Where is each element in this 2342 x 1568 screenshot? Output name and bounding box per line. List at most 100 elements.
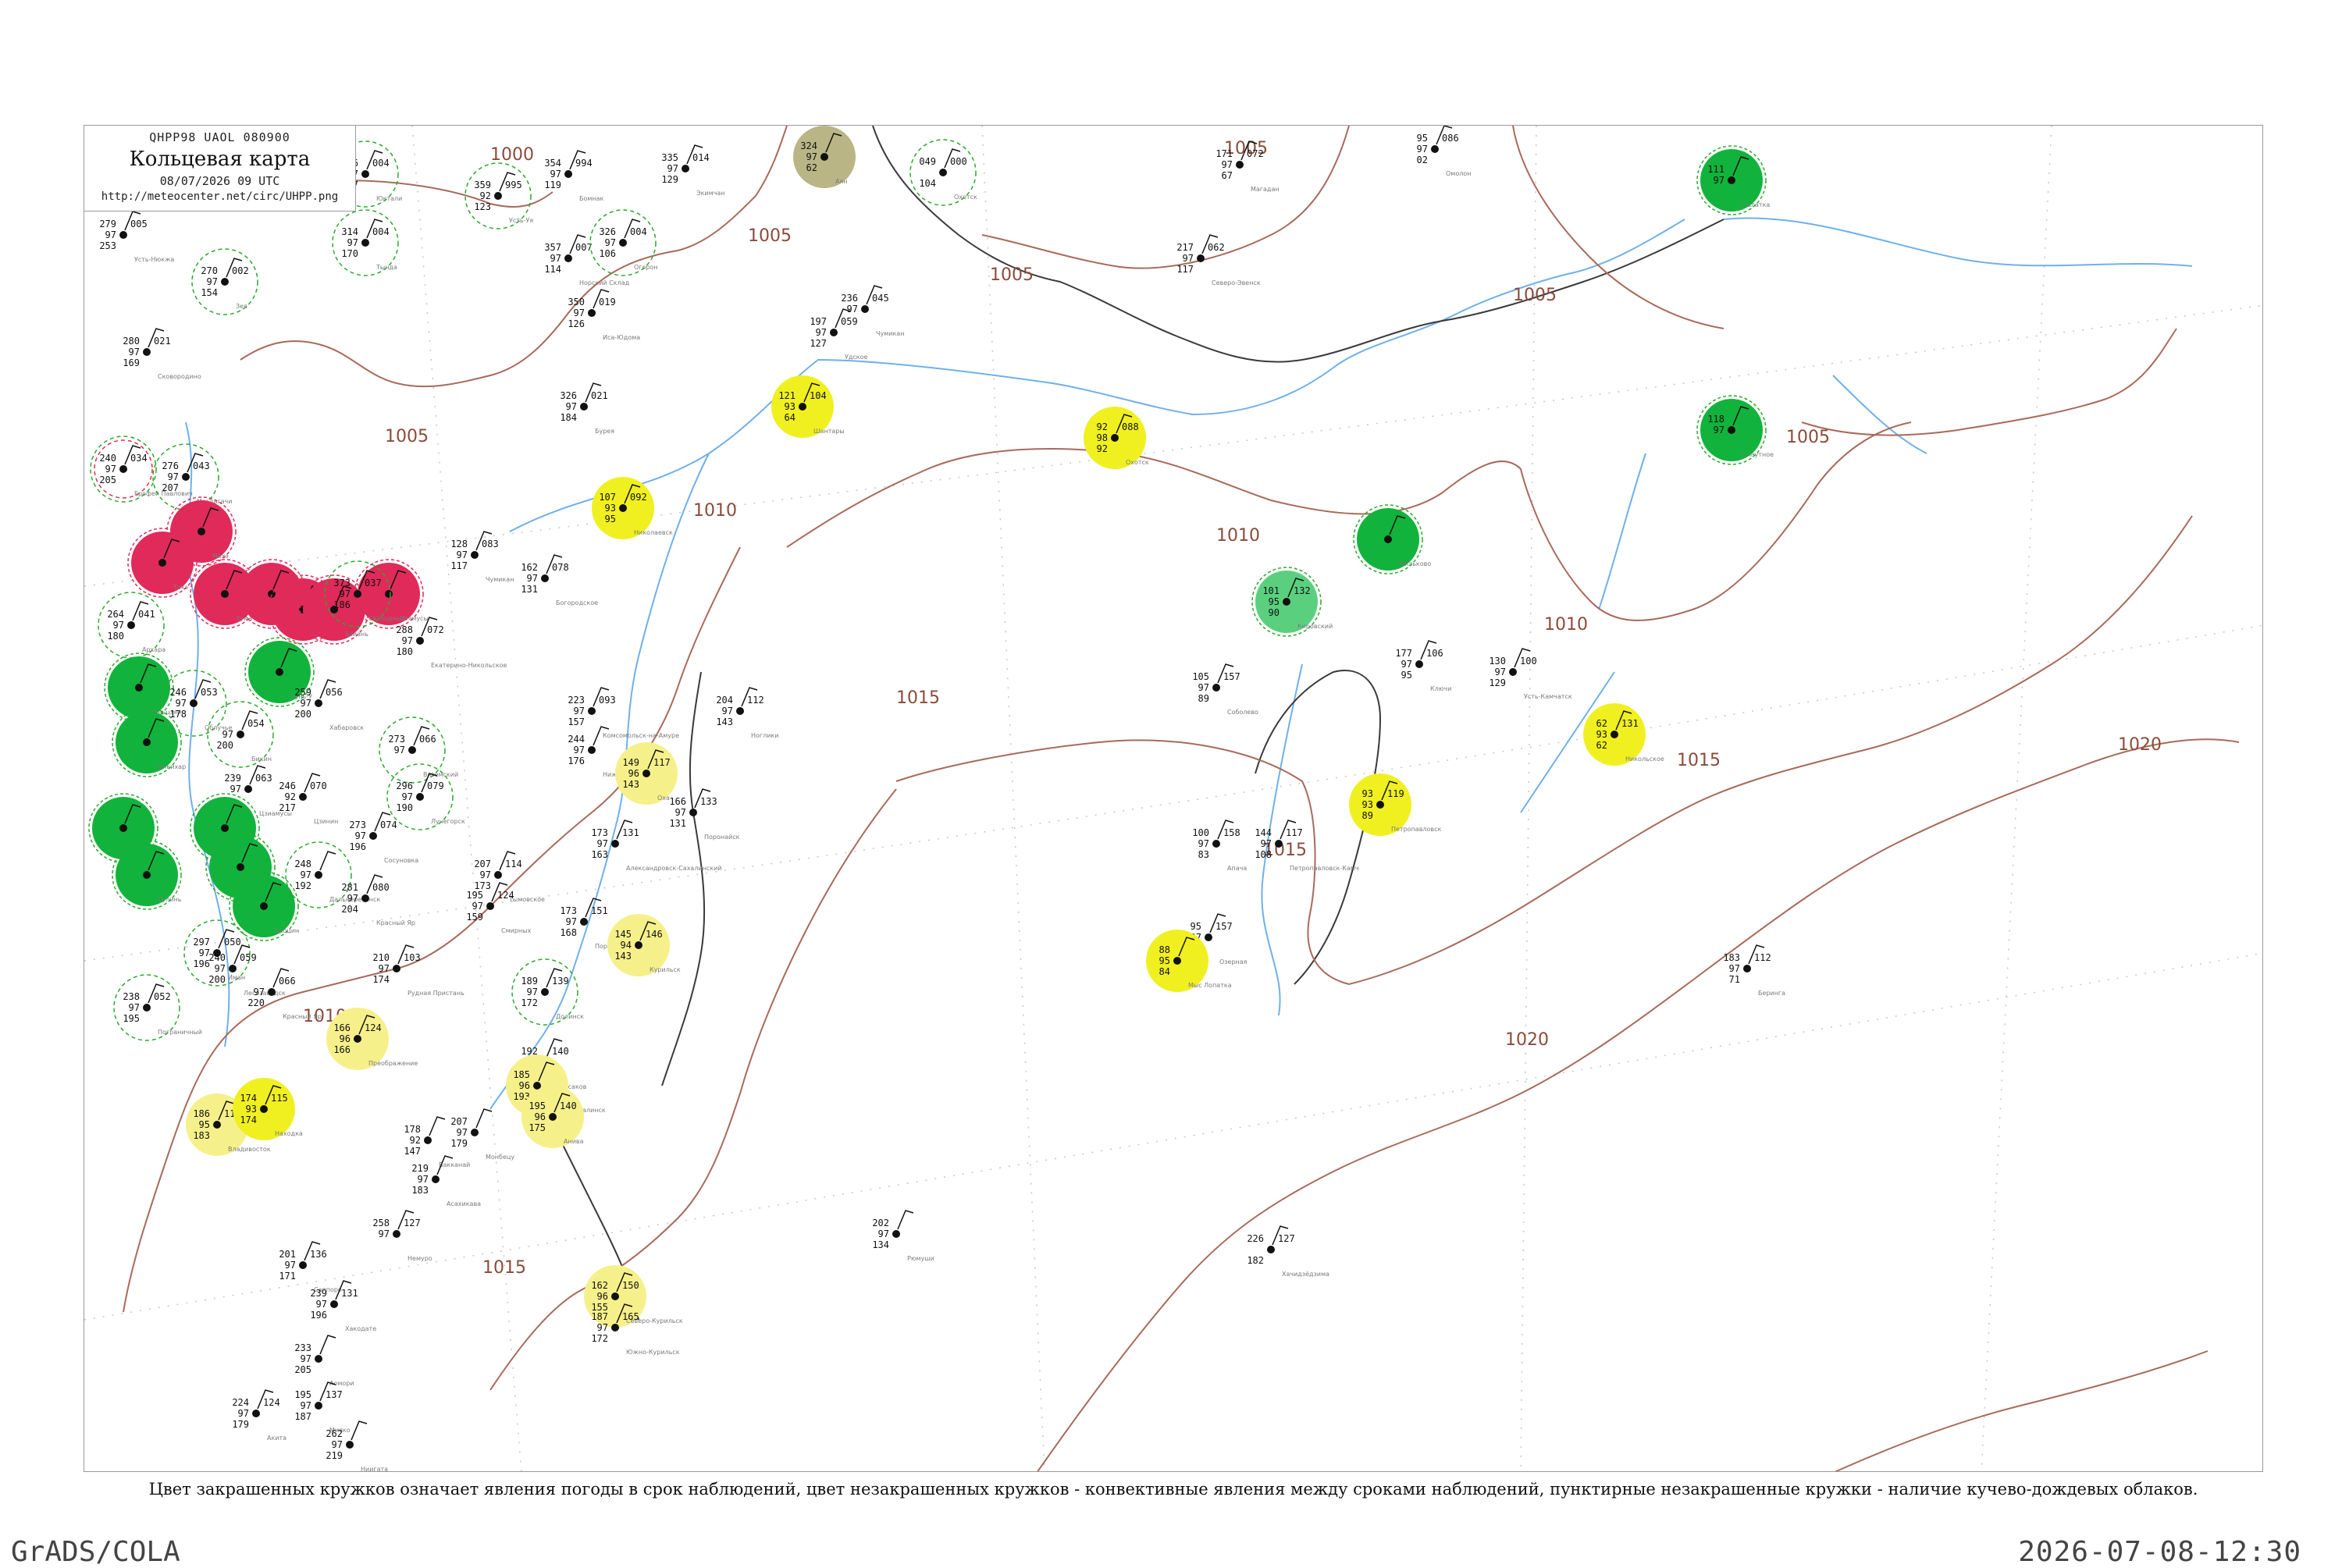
dew-point: 97: [480, 869, 491, 880]
dew-point: 97: [332, 1439, 343, 1450]
station-name: Тахэ: [173, 584, 188, 591]
station-dot-icon: [1728, 176, 1735, 184]
station-dot-icon: [541, 988, 549, 996]
visibility-value: 195: [123, 1013, 140, 1024]
station-name: Пограничный: [158, 1029, 202, 1036]
station-dot-icon: [221, 590, 229, 598]
station-dot-icon: [299, 793, 307, 801]
pressure-value: 093: [599, 695, 616, 706]
air-temperature: 335: [661, 152, 678, 163]
station-dot-icon: [939, 169, 947, 176]
pressure-value: 158: [1223, 827, 1240, 838]
pressure-value: 139: [552, 976, 569, 987]
weather-station: 12897117 083 Чумикан: [450, 531, 514, 583]
air-temperature: 246: [279, 780, 296, 791]
pressure-value: 146: [646, 929, 663, 940]
isobar-1020-a: [1037, 738, 2240, 1471]
station-dot-icon: [393, 1230, 400, 1238]
station-dot-icon: [143, 871, 151, 879]
weather-station: 939389119Петропавловск: [1349, 773, 1442, 836]
weather-station: 049 104 000 Охотск: [909, 139, 977, 206]
station-layer: 27997253005Усть-Нюкжа31697247004Юктали31…: [88, 126, 1785, 1471]
pressure-value: 157: [1215, 921, 1233, 932]
station-name: Находка: [275, 1130, 303, 1137]
visibility-value: 154: [201, 287, 218, 298]
visibility-value: 126: [568, 318, 585, 329]
pressure-value: 132: [1294, 585, 1311, 596]
air-temperature: 210: [372, 952, 390, 963]
dew-point: 97: [527, 573, 538, 584]
software-credit: GrADS/COLA: [11, 1536, 180, 1568]
air-temperature: 111: [1707, 164, 1724, 175]
dew-point: 97: [1714, 425, 1724, 436]
air-temperature: 279: [99, 219, 116, 229]
station-dot-icon: [682, 165, 689, 172]
station-name: Немуро: [408, 1255, 432, 1262]
air-temperature: 144: [1255, 827, 1272, 838]
pressure-value: 072: [427, 624, 444, 635]
station-dot-icon: [260, 1105, 268, 1113]
station-dot-icon: [182, 473, 190, 481]
map-title-box: QHPP98 UAOL 080900 Кольцевая карта 08/07…: [84, 126, 356, 212]
station-name: Зея: [236, 303, 247, 310]
station-dot-icon: [1743, 965, 1751, 972]
wind-barb-icon: [897, 1210, 914, 1230]
weather-station: 20297134 Рюмуши: [872, 1210, 934, 1262]
pressure-value: 131: [622, 827, 639, 838]
dew-point: 98: [1097, 432, 1108, 443]
station-name: Чумикан: [486, 576, 514, 583]
station-name: Экимчан: [696, 190, 725, 197]
air-temperature: 183: [1723, 952, 1740, 963]
station-dot-icon: [330, 1300, 338, 1308]
dew-point: 96: [628, 768, 639, 779]
pressure-value: 066: [419, 734, 436, 745]
station-name: Курильск: [650, 966, 681, 973]
pressure-value: 074: [380, 820, 397, 830]
station-name: Баоцин: [275, 927, 299, 934]
station-dot-icon: [143, 348, 151, 356]
air-temperature: 244: [568, 734, 585, 745]
pressure-value: 140: [560, 1100, 577, 1111]
station-dot-icon: [268, 988, 276, 996]
visibility-value: 114: [544, 264, 561, 275]
dew-point: 97: [301, 1353, 311, 1364]
pressure-value: 037: [365, 578, 382, 588]
dew-point: 97: [207, 276, 218, 287]
air-temperature: 201: [279, 1249, 296, 1260]
visibility-value: 179: [232, 1419, 249, 1430]
station-name: Палатка: [1742, 201, 1770, 208]
dew-point: 94: [621, 940, 632, 951]
station-name: Чумикан: [876, 330, 904, 337]
visibility-value: 178: [169, 709, 187, 720]
pressure-value: 994: [575, 158, 593, 169]
station-dot-icon: [541, 574, 549, 582]
weather-station: 19596175 140 Анива: [521, 1086, 584, 1148]
station-name: Омолон: [1446, 170, 1471, 177]
pressure-value: 124: [263, 1397, 280, 1408]
air-temperature: 049: [919, 156, 936, 167]
station-dot-icon: [861, 305, 869, 313]
dew-point: 97: [347, 893, 358, 904]
station-name: Александровск-Сахалинский: [626, 865, 722, 872]
station-name: Сковородино: [158, 373, 201, 380]
dew-point: 97: [254, 987, 265, 997]
visibility-value: 180: [396, 646, 413, 657]
station-name: Монбецу: [486, 1154, 514, 1161]
dew-point: 97: [1495, 667, 1506, 677]
air-temperature: 100: [1192, 827, 1209, 838]
station-name: Рудная Пристань: [408, 990, 464, 997]
visibility-value: 180: [107, 631, 124, 642]
visibility-value: 92: [1097, 443, 1108, 454]
station-name: Лучегорск: [431, 818, 465, 825]
station-name: Южно-Курильск: [626, 1349, 680, 1356]
weather-station: 11897 Слаутное: [1696, 395, 1774, 465]
station-dot-icon: [1197, 254, 1205, 262]
visibility-value: 83: [1198, 849, 1209, 860]
dew-point: 93: [1362, 799, 1373, 810]
air-temperature: 195: [529, 1100, 546, 1111]
weather-station: 20197171136Саппоро: [279, 1241, 342, 1293]
dew-point: 92: [480, 190, 491, 201]
pressure-value: 137: [326, 1389, 343, 1400]
weather-station: 1719767 072 Магадан: [1215, 140, 1280, 193]
pressure-value: 124: [497, 890, 514, 901]
